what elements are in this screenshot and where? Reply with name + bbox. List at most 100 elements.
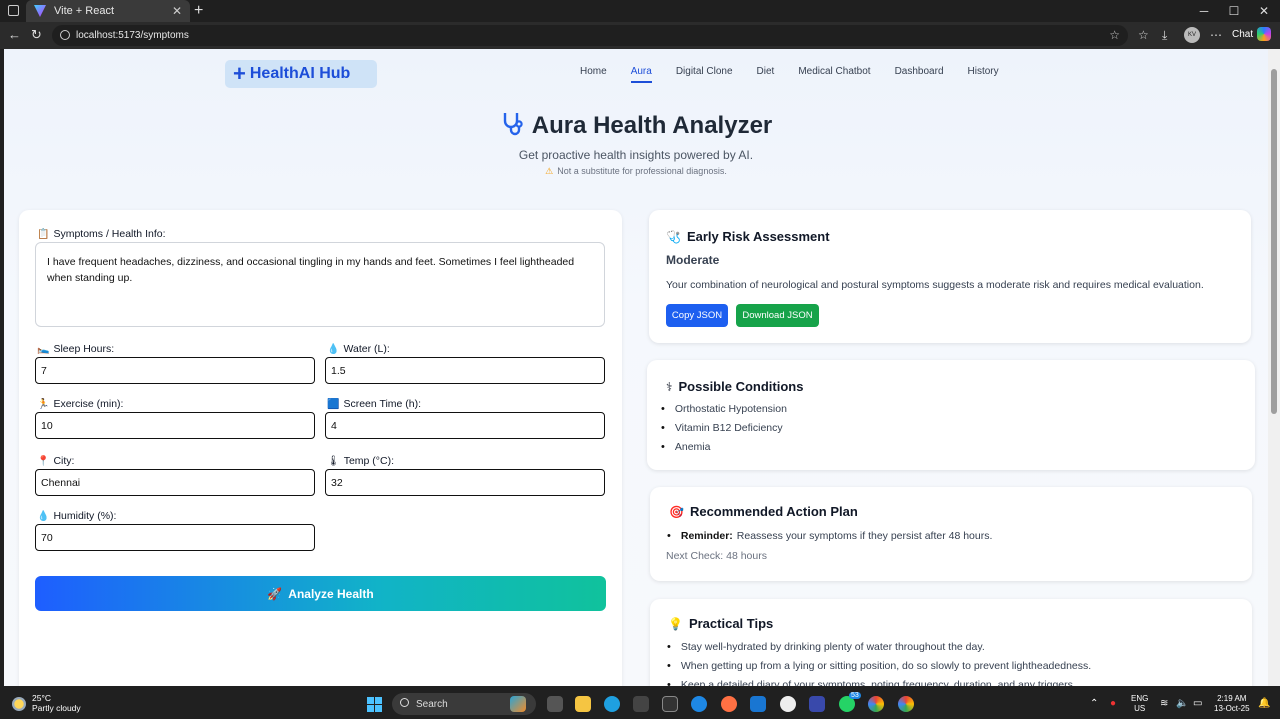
screen-time-input[interactable]: 4 [325, 412, 605, 439]
app-icon[interactable] [721, 696, 737, 712]
temp-input[interactable]: 32 [325, 469, 605, 496]
wifi-icon[interactable]: ≋ [1160, 698, 1168, 710]
exercise-input[interactable]: 10 [35, 412, 315, 439]
caduceus-icon: ⚕ [666, 379, 673, 394]
chrome-icon[interactable] [898, 696, 914, 712]
reminder-text: Reassess your symptoms if they persist a… [736, 529, 993, 542]
favorites-icon[interactable]: ☆ [1138, 28, 1149, 42]
tab-actions-icon[interactable] [8, 5, 19, 16]
action-plan-list: Reminder:Reassess your symptoms if they … [667, 526, 993, 545]
screen-time-label: 🟦 Screen Time (h): [327, 398, 421, 410]
url-input[interactable]: localhost:5173/symptoms ☆ [52, 25, 1128, 46]
app-icon[interactable] [510, 696, 526, 712]
list-item: Vitamin B12 Deficiency [661, 418, 787, 437]
chat-button[interactable]: Chat [1232, 27, 1272, 41]
list-item: Orthostatic Hypotension [661, 399, 787, 418]
stethoscope-icon [500, 110, 526, 143]
thermometer-icon: 🌡 [327, 456, 340, 467]
risk-title: 🩺 Early Risk Assessment [666, 229, 830, 244]
refresh-icon[interactable]: ↻ [31, 27, 42, 43]
humidity-label: 💧 Humidity (%): [37, 510, 116, 522]
city-input[interactable]: Chennai [35, 469, 315, 496]
browser-tab[interactable]: Vite + React ✕ [26, 0, 190, 22]
brand-logo[interactable]: + HealthAI Hub [225, 60, 377, 88]
nav-digital-clone[interactable]: Digital Clone [676, 66, 733, 83]
tab-close-icon[interactable]: ✕ [172, 4, 182, 18]
window-close-icon[interactable]: ✕ [1248, 0, 1280, 22]
more-menu-icon[interactable]: ⋯ [1210, 28, 1222, 42]
chrome-icon[interactable] [868, 696, 884, 712]
windows-taskbar: 25°C Partly cloudy Search 53 ⌃ ● ENG US … [0, 689, 1280, 719]
nav-medical-chatbot[interactable]: Medical Chatbot [798, 66, 870, 83]
clock[interactable]: 2:19 AM 13-Oct-25 [1214, 694, 1250, 713]
risk-title-text: Early Risk Assessment [686, 229, 830, 244]
exercise-label-text: Exercise (min): [53, 398, 124, 410]
nav-dashboard[interactable]: Dashboard [895, 66, 944, 83]
minimize-icon[interactable]: ─ [1188, 0, 1220, 22]
screen-time-label-text: Screen Time (h): [343, 398, 422, 410]
edge-icon[interactable] [604, 696, 620, 712]
page-subtitle: Get proactive health insights powered by… [518, 148, 754, 162]
sleep-input[interactable]: 7 [35, 357, 315, 384]
vscode-icon[interactable] [750, 696, 766, 712]
site-info-icon[interactable] [60, 30, 70, 40]
region: US [1134, 703, 1146, 713]
copilot-icon [1257, 27, 1272, 41]
new-tab-icon[interactable]: + [194, 2, 203, 20]
app-icon[interactable] [633, 696, 649, 712]
symptoms-label: 📋 Symptoms / Health Info: [37, 228, 166, 240]
app-icon[interactable] [809, 696, 825, 712]
back-icon[interactable]: ← [8, 27, 21, 42]
tray-app-icon[interactable]: ● [1110, 698, 1116, 710]
temp-label: 🌡 Temp (°C): [327, 455, 394, 467]
tray-chevron-icon[interactable]: ⌃ [1090, 698, 1098, 710]
maximize-icon[interactable]: ☐ [1218, 0, 1250, 22]
water-label-text: Water (L): [343, 343, 390, 355]
symptoms-textarea[interactable]: I have frequent headaches, dizziness, an… [35, 242, 605, 327]
conditions-title: ⚕ Possible Conditions [666, 379, 803, 394]
disclaimer-text: Not a substitute for professional diagno… [557, 166, 727, 176]
search-icon [400, 698, 409, 707]
notification-badge: 53 [849, 692, 861, 699]
page-title-text: Aura Health Analyzer [531, 112, 773, 139]
battery-icon[interactable]: ▭ [1193, 698, 1202, 710]
app-icon[interactable] [662, 696, 678, 712]
action-plan-title: 🎯 Recommended Action Plan [669, 504, 858, 519]
nav-diet[interactable]: Diet [757, 66, 775, 83]
list-item: Keep a detailed diary of your symptoms, … [667, 675, 1091, 687]
scrollbar-thumb[interactable] [1271, 69, 1277, 414]
page-scrollbar[interactable] [1268, 49, 1280, 686]
symptoms-label-text: Symptoms / Health Info: [53, 228, 166, 240]
nav-links: Home Aura Digital Clone Diet Medical Cha… [580, 66, 1023, 83]
partly-cloudy-icon [12, 696, 26, 711]
app-icon[interactable] [780, 696, 796, 712]
water-input[interactable]: 1.5 [325, 357, 605, 384]
downloads-icon[interactable]: ⤓ [1162, 28, 1167, 43]
brand-name: HealthAI Hub [249, 65, 351, 82]
tab-title: Vite + React [54, 5, 115, 17]
nav-home[interactable]: Home [580, 66, 607, 83]
exercise-label: 🏃 Exercise (min): [37, 398, 123, 410]
download-json-button[interactable]: Download JSON [736, 304, 819, 327]
nav-aura[interactable]: Aura [630, 66, 652, 83]
copy-json-button[interactable]: Copy JSON [666, 304, 728, 327]
analyze-health-button[interactable]: 🚀 Analyze Health [35, 576, 606, 611]
favorite-star-icon[interactable]: ☆ [1109, 28, 1120, 42]
city-label: 📍 City: [37, 455, 74, 467]
sleep-label: 🛌 Sleep Hours: [37, 343, 114, 355]
humidity-input[interactable]: 70 [35, 524, 315, 551]
page-title: Aura Health Analyzer [4, 110, 1268, 143]
start-icon[interactable] [367, 697, 382, 712]
profile-avatar[interactable]: KV [1184, 27, 1200, 43]
volume-icon[interactable]: 🔈 [1176, 698, 1188, 710]
file-explorer-icon[interactable] [575, 696, 591, 712]
notifications-icon[interactable]: 🔔 [1258, 698, 1270, 710]
language-indicator[interactable]: ENG US [1131, 694, 1148, 713]
app-icon[interactable] [691, 696, 707, 712]
weather-widget[interactable]: 25°C Partly cloudy [12, 693, 81, 714]
risk-description: Your combination of neurological and pos… [666, 279, 1204, 291]
clipboard-icon: 📋 [37, 229, 50, 240]
task-view-icon[interactable] [547, 696, 563, 712]
nav-history[interactable]: History [968, 66, 999, 83]
risk-card: 🩺 Early Risk Assessment Moderate Your com… [649, 210, 1251, 343]
